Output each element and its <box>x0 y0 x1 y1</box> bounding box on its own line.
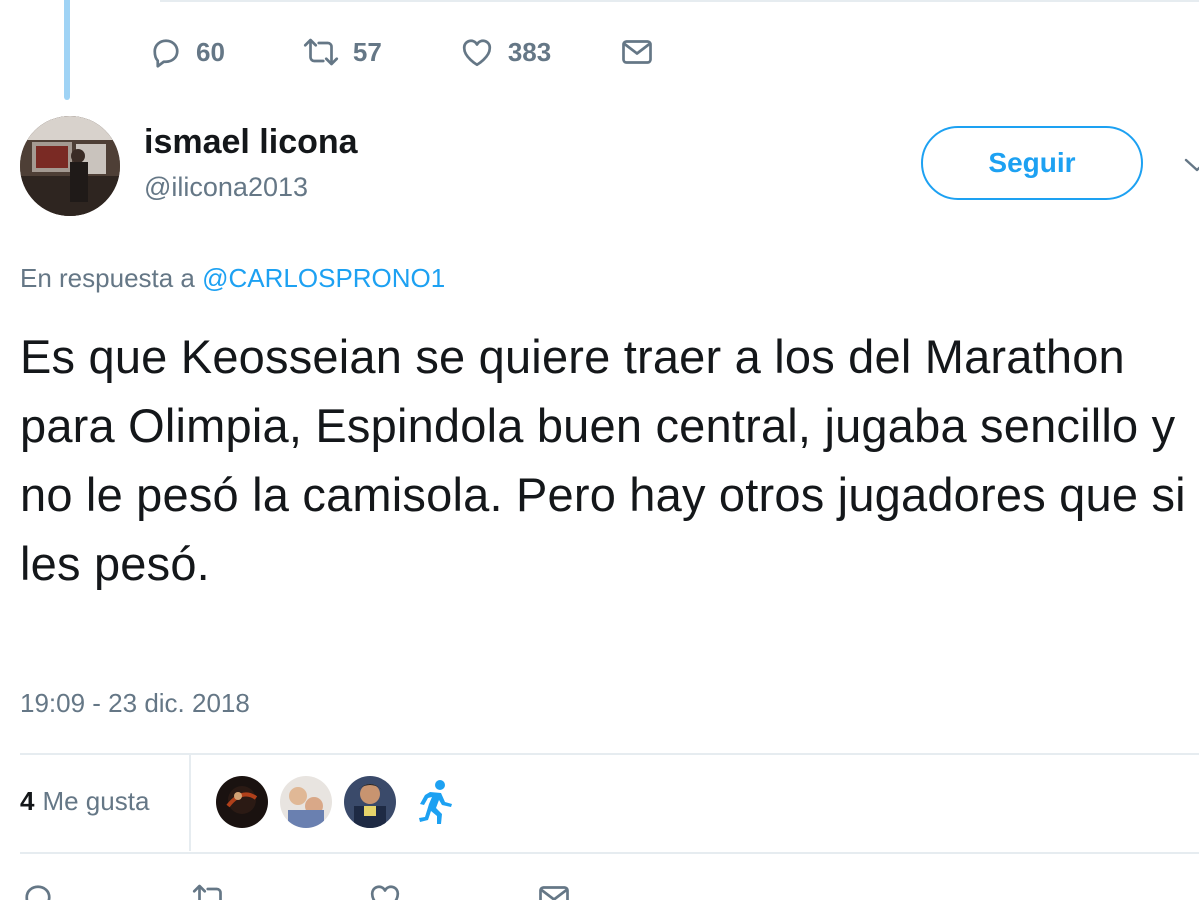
like-button[interactable] <box>366 880 404 900</box>
likes-stat[interactable]: 4 Me gusta <box>20 786 149 817</box>
stats-separator <box>189 755 191 851</box>
thread-connector-line <box>64 0 70 100</box>
tweet-timestamp[interactable]: 19:09 - 23 dic. 2018 <box>20 688 250 719</box>
tweet-text: Es que Keosseian se quiere traer a los d… <box>20 330 1186 590</box>
retweet-button[interactable]: 57 <box>301 34 382 70</box>
like-icon <box>458 34 496 70</box>
reply-context: En respuesta a @CARLOSPRONO1 <box>20 263 445 294</box>
author-username[interactable]: @ilicona2013 <box>144 172 308 203</box>
liker-avatar[interactable] <box>280 776 332 828</box>
liker-avatar[interactable] <box>344 776 396 828</box>
stats-top-divider <box>20 753 1199 755</box>
direct-message-button[interactable] <box>619 34 655 70</box>
reply-context-label: En respuesta a <box>20 263 195 293</box>
retweet-count: 57 <box>352 36 382 67</box>
author-display-name[interactable]: ismael licona <box>144 123 358 162</box>
reply-button[interactable]: 60 <box>148 34 225 70</box>
tweet-page: 60 57 383 ismael licona @ilicona2013 Seg… <box>0 0 1199 900</box>
reply-icon <box>20 880 56 900</box>
retweet-icon <box>301 34 341 70</box>
previous-tweet-border <box>160 0 1199 2</box>
liker-avatar[interactable] <box>216 776 268 828</box>
message-icon <box>619 34 655 70</box>
like-count: 383 <box>507 36 552 67</box>
reply-icon <box>148 34 184 70</box>
reply-mention-link[interactable]: @CARLOSPRONO1 <box>202 263 445 293</box>
retweet-icon <box>190 880 230 900</box>
runner-icon[interactable] <box>408 776 460 828</box>
reply-button[interactable] <box>20 880 56 900</box>
likes-label: Me gusta <box>42 786 150 816</box>
retweet-button[interactable] <box>190 880 230 900</box>
likes-count: 4 <box>20 786 35 816</box>
follow-button[interactable]: Seguir <box>921 126 1143 200</box>
like-button[interactable]: 383 <box>458 34 551 70</box>
direct-message-button[interactable] <box>536 880 572 900</box>
message-icon <box>536 880 572 900</box>
reply-count: 60 <box>196 36 225 67</box>
author-avatar[interactable] <box>20 116 120 216</box>
like-icon <box>366 880 404 900</box>
chevron-down-icon[interactable] <box>1182 152 1199 178</box>
stats-bottom-divider <box>20 852 1199 854</box>
previous-tweet-actions: 60 57 383 <box>148 30 655 74</box>
